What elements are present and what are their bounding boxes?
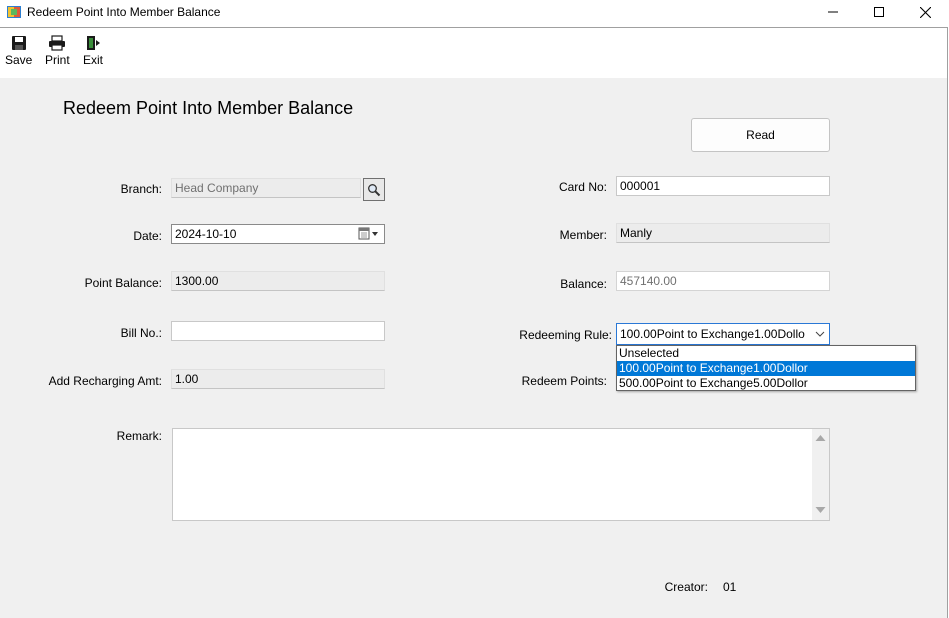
point-balance-field: 1300.00 (171, 271, 385, 291)
calendar-dropdown-icon[interactable] (358, 227, 382, 241)
rule-option-unselected[interactable]: Unselected (617, 346, 915, 361)
date-label: Date: (133, 229, 162, 243)
close-icon (919, 6, 931, 18)
maximize-icon (874, 7, 884, 17)
date-value: 2024-10-10 (175, 227, 237, 241)
close-button[interactable] (902, 0, 948, 24)
redeeming-rule-value: 100.00Point to Exchange1.00Dollo (620, 327, 805, 341)
scroll-down-arrow-icon[interactable] (815, 506, 826, 514)
chevron-down-icon[interactable] (814, 328, 826, 340)
rule-option-100-points[interactable]: 100.00Point to Exchange1.00Dollor (617, 361, 915, 376)
print-label: Print (45, 53, 70, 67)
add-recharging-field: 1.00 (171, 369, 385, 389)
point-balance-label: Point Balance: (84, 276, 162, 290)
redeeming-rule-label: Redeeming Rule: (519, 328, 612, 342)
balance-label: Balance: (560, 277, 607, 291)
printer-icon (49, 35, 66, 51)
remark-textarea[interactable] (172, 428, 830, 521)
bill-no-label: Bill No.: (120, 326, 162, 340)
date-picker[interactable]: 2024-10-10 (171, 224, 385, 244)
exit-door-icon (87, 36, 100, 50)
creator-value: 01 (723, 580, 737, 594)
exit-label: Exit (83, 53, 104, 67)
redeeming-rule-select[interactable]: 100.00Point to Exchange1.00Dollo (616, 323, 830, 345)
branch-field: Head Company (171, 178, 361, 198)
balance-field: 457140.00 (616, 271, 830, 291)
window-title: Redeem Point Into Member Balance (27, 5, 221, 19)
redeem-points-label: Redeem Points: (521, 374, 607, 388)
card-no-label: Card No: (558, 180, 607, 194)
minimize-button[interactable] (810, 0, 856, 24)
bill-no-input[interactable] (171, 321, 385, 341)
rule-option-500-points[interactable]: 500.00Point to Exchange5.00Dollor (617, 376, 915, 391)
minimize-icon (828, 11, 838, 13)
scroll-up-arrow-icon[interactable] (815, 434, 826, 442)
member-label: Member: (559, 228, 607, 242)
redeeming-rule-dropdown-list: Unselected 100.00Point to Exchange1.00Do… (616, 345, 916, 391)
save-button[interactable]: Save (5, 35, 32, 67)
creator-label: Creator: (664, 580, 708, 594)
toolbar (0, 27, 948, 79)
card-no-input[interactable]: 000001 (616, 176, 830, 196)
read-button[interactable]: Read (691, 118, 830, 152)
exit-button[interactable]: Exit (83, 35, 103, 67)
save-label: Save (5, 53, 33, 67)
remark-scrollbar[interactable] (812, 429, 829, 520)
add-recharging-label: Add Recharging Amt: (48, 374, 162, 388)
magnifier-icon (368, 183, 381, 196)
save-icon (11, 36, 26, 50)
member-field: Manly (616, 223, 830, 243)
maximize-button[interactable] (856, 0, 902, 24)
print-button[interactable]: Print (45, 35, 70, 67)
page-title: Redeem Point Into Member Balance (63, 98, 354, 118)
branch-search-button[interactable] (363, 178, 385, 201)
app-icon (6, 4, 22, 20)
branch-label: Branch: (120, 182, 162, 196)
remark-label: Remark: (116, 429, 162, 443)
